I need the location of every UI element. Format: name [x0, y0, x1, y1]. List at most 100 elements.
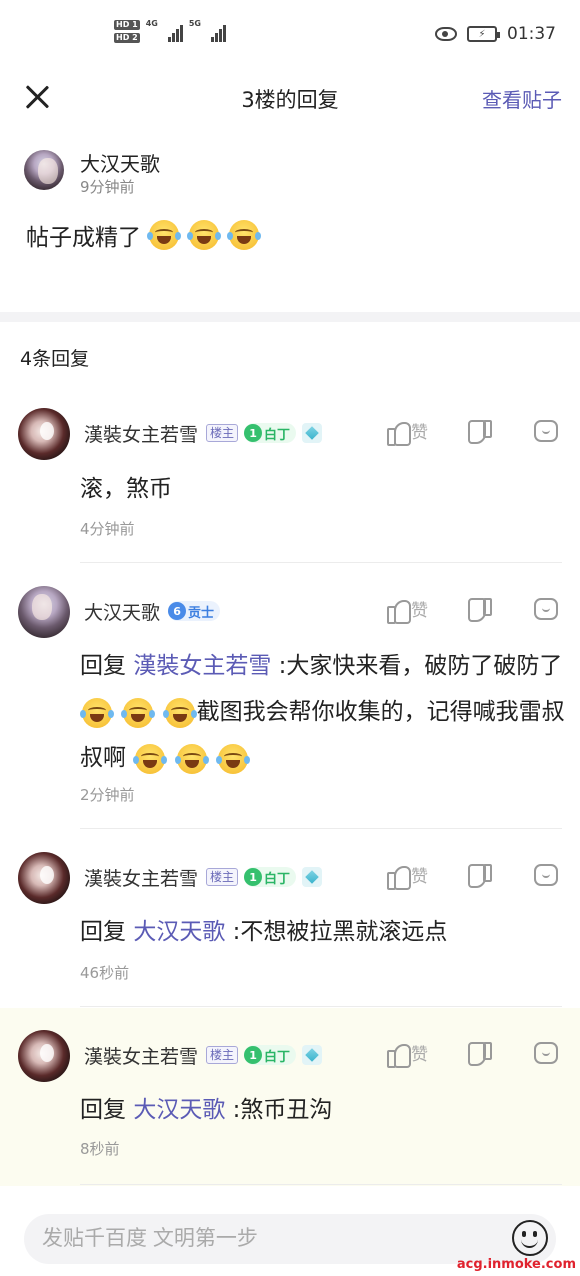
like-label: 赞	[411, 423, 428, 443]
reply-author-name[interactable]: 漢裝女主若雪	[84, 420, 198, 447]
dislike-button[interactable]	[468, 597, 492, 622]
mention-link[interactable]: 漢裝女主若雪	[133, 653, 271, 679]
avatar[interactable]	[18, 852, 70, 904]
laugh-cry-emoji-icon	[174, 743, 209, 774]
comment-icon	[534, 1041, 558, 1064]
reply-header: 漢裝女主若雪 楼主 1 白丁	[84, 1042, 323, 1069]
level-number: 1	[244, 424, 263, 442]
post-author-name[interactable]: 大汉天歌	[80, 148, 160, 177]
hd1-badge: HD 1	[114, 20, 140, 30]
mention-link[interactable]: 大汉天歌	[133, 1097, 225, 1123]
reply-header: 漢裝女主若雪 楼主 1 白丁	[84, 864, 323, 891]
reply-item: 大汉天歌 6 贡士 赞 回复 漢裝女主若雪 :大家快来看，破防了破防了 截图我会…	[0, 586, 580, 829]
status-bar: HD 1 HD 2 4G 5G ⚡ 01:37	[0, 0, 580, 70]
diamond-icon	[302, 423, 323, 443]
emoji-picker-icon[interactable]	[512, 1220, 548, 1256]
reply-prefix: 回复	[80, 1097, 126, 1123]
laugh-cry-emoji-icon	[227, 220, 261, 250]
level-title: 白丁	[264, 427, 291, 443]
reply-item-highlighted: 漢裝女主若雪 楼主 1 白丁 赞 回复 大汉天歌 :煞币丑沟 8秒前	[0, 1008, 580, 1186]
owner-badge: 楼主	[206, 868, 239, 886]
reply-prefix: 回复	[80, 653, 126, 679]
reply-actions: 赞	[387, 1040, 558, 1068]
thumb-up-icon	[387, 1041, 411, 1068]
owner-badge: 楼主	[206, 424, 239, 442]
owner-badge: 楼主	[206, 1046, 239, 1064]
view-post-link[interactable]: 查看贴子	[482, 84, 562, 113]
reply-author-name[interactable]: 大汉天歌	[84, 598, 160, 625]
reply-time: 46秒前	[80, 964, 130, 982]
diamond-icon	[302, 1045, 323, 1065]
reply-divider	[80, 562, 562, 563]
thumb-down-icon	[468, 597, 492, 622]
comment-icon	[534, 597, 558, 620]
like-button[interactable]: 赞	[387, 418, 428, 446]
reply-item: 漢裝女主若雪 楼主 1 白丁 赞 滚，煞币 4分钟前	[0, 408, 580, 563]
reply-count: 4条回复	[20, 348, 90, 370]
comment-button[interactable]	[534, 1041, 558, 1064]
signal-bars-icon-2	[210, 22, 226, 42]
reply-divider	[80, 1184, 562, 1185]
reply-text-body: :不想被拉黑就滚远点	[232, 919, 448, 945]
dislike-button[interactable]	[468, 863, 492, 888]
level-title: 贡士	[188, 605, 215, 621]
level-badge: 1 白丁	[244, 1045, 297, 1065]
level-title: 白丁	[264, 1049, 291, 1065]
hd-badges: HD 1 HD 2	[114, 20, 140, 43]
avatar[interactable]	[18, 586, 70, 638]
comment-button[interactable]	[534, 419, 558, 442]
reply-text: 滚，煞币	[80, 476, 172, 502]
like-button[interactable]: 赞	[387, 862, 428, 890]
clock-time: 01:37	[507, 24, 556, 44]
like-button[interactable]: 赞	[387, 1040, 428, 1068]
reply-actions: 赞	[387, 862, 558, 890]
mention-link[interactable]: 大汉天歌	[133, 919, 225, 945]
watermark: acg.inmoke.com	[456, 1257, 576, 1272]
reply-text: 回复 漢裝女主若雪 :大家快来看，破防了破防了 截图我会帮你收集的，记得喊我雷叔…	[80, 643, 566, 781]
reply-author-name[interactable]: 漢裝女主若雪	[84, 1042, 198, 1069]
thumb-down-icon	[468, 1041, 492, 1066]
laugh-cry-emoji-icon	[121, 697, 156, 728]
battery-icon: ⚡	[467, 26, 500, 42]
reply-time: 8秒前	[80, 1140, 120, 1158]
reply-actions: 赞	[387, 418, 558, 446]
reply-prefix: 回复	[80, 919, 126, 945]
thumb-up-icon	[387, 863, 411, 890]
input-placeholder: 发贴千百度 文明第一步	[42, 1227, 258, 1250]
reply-item: 漢裝女主若雪 楼主 1 白丁 赞 回复 大汉天歌 :不想被拉黑就滚远点 46秒前	[0, 852, 580, 1007]
comment-button[interactable]	[534, 597, 558, 620]
laugh-cry-emoji-icon	[187, 220, 221, 250]
dislike-button[interactable]	[468, 1041, 492, 1066]
avatar[interactable]	[24, 150, 64, 190]
reply-header: 漢裝女主若雪 楼主 1 白丁	[84, 420, 323, 447]
signal-bars-icon	[167, 22, 183, 42]
avatar[interactable]	[18, 1030, 70, 1082]
reply-text-body: :煞币丑沟	[232, 1097, 333, 1123]
reply-author-name[interactable]: 漢裝女主若雪	[84, 864, 198, 891]
laugh-cry-emoji-icon	[133, 743, 168, 774]
thumb-down-icon	[468, 419, 492, 444]
reply-divider	[80, 828, 562, 829]
post-time: 9分钟前	[80, 178, 135, 196]
laugh-cry-emoji-icon	[80, 697, 114, 728]
level-title: 白丁	[264, 871, 291, 887]
level-number: 1	[244, 1046, 263, 1064]
reply-time: 2分钟前	[80, 786, 135, 804]
section-divider	[0, 312, 580, 322]
laugh-cry-emoji-icon	[215, 743, 250, 774]
level-badge: 1 白丁	[244, 423, 297, 443]
reply-divider	[80, 1006, 562, 1007]
like-button[interactable]: 赞	[387, 596, 428, 624]
network-4g-label: 4G	[145, 19, 158, 28]
reply-header: 大汉天歌 6 贡士	[84, 598, 221, 625]
post-content: 帖子成精了	[26, 218, 261, 252]
eye-icon	[435, 27, 457, 41]
comment-icon	[534, 419, 558, 442]
post-text: 帖子成精了	[26, 225, 141, 251]
like-label: 赞	[411, 867, 428, 887]
dislike-button[interactable]	[468, 419, 492, 444]
comment-button[interactable]	[534, 863, 558, 886]
network-5g-label: 5G	[188, 19, 201, 28]
avatar[interactable]	[18, 408, 70, 460]
laugh-cry-emoji-icon	[147, 220, 181, 250]
